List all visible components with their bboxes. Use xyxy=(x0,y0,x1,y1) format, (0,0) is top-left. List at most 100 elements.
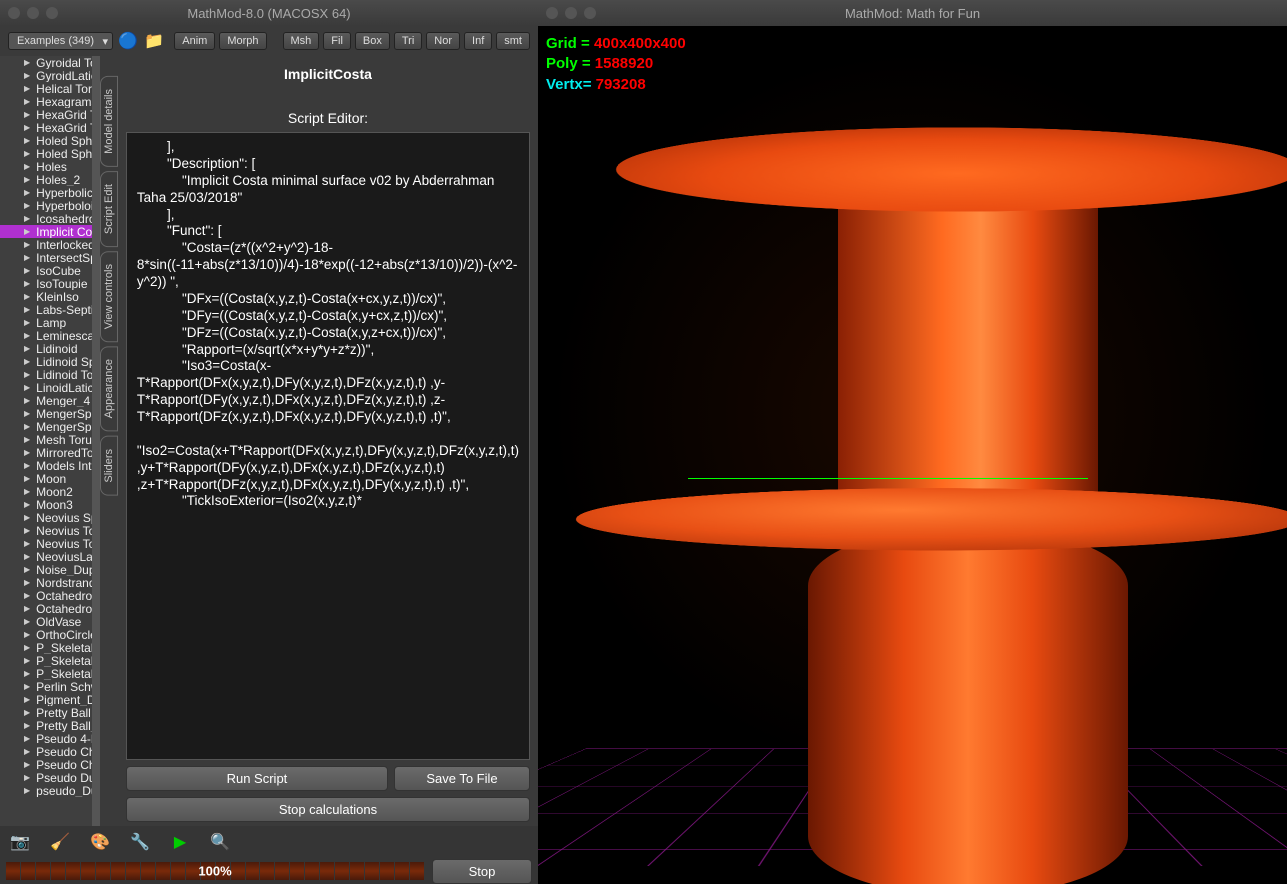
poly-label: Poly = xyxy=(546,55,595,72)
tree-item[interactable]: Implicit Costa xyxy=(0,225,92,238)
tree-item[interactable]: Lamp xyxy=(0,316,92,329)
close-icon[interactable] xyxy=(546,7,558,19)
tree-item[interactable]: Models Intersect... xyxy=(0,459,92,472)
tree-item[interactable]: P_Skeletal Tori xyxy=(0,654,92,667)
tree-item[interactable]: Moon2 xyxy=(0,485,92,498)
box-button[interactable]: Box xyxy=(355,32,390,50)
save-file-button[interactable]: Save To File xyxy=(394,766,530,791)
tree-item[interactable]: Nordstrand xyxy=(0,576,92,589)
screenshot-icon[interactable]: 📷 xyxy=(10,832,30,852)
traffic-lights[interactable] xyxy=(546,7,596,19)
tab-appearance[interactable]: Appearance xyxy=(100,346,118,431)
tree-item[interactable]: Lidinoid Sphere xyxy=(0,355,92,368)
stop-calc-button[interactable]: Stop calculations xyxy=(126,797,530,822)
inf-button[interactable]: Inf xyxy=(464,32,492,50)
examples-dropdown[interactable]: Examples (349) xyxy=(8,32,113,50)
tree-item[interactable]: P_SkeletalGraph xyxy=(0,667,92,680)
tree-item[interactable]: Menger_4 Schw... xyxy=(0,394,92,407)
tree-item[interactable]: Pseudo Chmuto... xyxy=(0,758,92,771)
traffic-lights[interactable] xyxy=(8,7,58,19)
tree-item[interactable]: Holes_2 xyxy=(0,173,92,186)
tree-item[interactable]: Leminescape xyxy=(0,329,92,342)
tree-item[interactable]: Icosahedron xyxy=(0,212,92,225)
nor-button[interactable]: Nor xyxy=(426,32,460,50)
tree-item[interactable]: IsoCube xyxy=(0,264,92,277)
tree-item[interactable]: Moon xyxy=(0,472,92,485)
tab-script-edit[interactable]: Script Edit xyxy=(100,171,118,247)
tree-item[interactable]: OldVase xyxy=(0,615,92,628)
tree-item[interactable]: Hyperboloid xyxy=(0,199,92,212)
tree-item[interactable]: HexaGrid Torus xyxy=(0,108,92,121)
minimize-icon[interactable] xyxy=(27,7,39,19)
tree-item[interactable]: Mesh Torus_01 xyxy=(0,433,92,446)
tree-item[interactable]: LinoidLatice xyxy=(0,381,92,394)
tree-item[interactable]: Perlin Schwarz xyxy=(0,680,92,693)
tree-item[interactable]: Pretty Ball_2 xyxy=(0,719,92,732)
viewport-3d[interactable]: Grid = 400x400x400 Poly = 1588920 Vertx=… xyxy=(538,26,1287,884)
tree-item[interactable]: Pseudo Duplin_2 xyxy=(0,771,92,784)
tree-item[interactable]: Noise_Duplin xyxy=(0,563,92,576)
tree-item[interactable]: Neovius Sphere xyxy=(0,511,92,524)
minimize-icon[interactable] xyxy=(565,7,577,19)
tree-item[interactable]: Gyroidal Tori_2 xyxy=(0,56,92,69)
fil-button[interactable]: Fil xyxy=(323,32,351,50)
anim-button[interactable]: Anim xyxy=(174,32,215,50)
tree-item[interactable]: KleinIso xyxy=(0,290,92,303)
tree-item[interactable]: IntersectSpheres xyxy=(0,251,92,264)
tree-item[interactable]: Neovius Tori xyxy=(0,524,92,537)
tree-item[interactable]: Hexagrams Men... xyxy=(0,95,92,108)
tree-item[interactable]: Interlocked Toru... xyxy=(0,238,92,251)
wrench-icon[interactable]: 🔧 xyxy=(130,832,150,852)
tree-item[interactable]: Holed Spheres (i... xyxy=(0,134,92,147)
vert-value: 793208 xyxy=(596,76,646,93)
tree-item[interactable]: NeoviusLatice xyxy=(0,550,92,563)
smt-button[interactable]: smt xyxy=(496,32,530,50)
folder-icon[interactable]: 📁 xyxy=(143,30,165,52)
tree-item[interactable]: Holes xyxy=(0,160,92,173)
grid-value: 400x400x400 xyxy=(594,35,686,52)
tab-model-details[interactable]: Model details xyxy=(100,76,118,167)
stop-button[interactable]: Stop xyxy=(432,859,532,884)
tree-item[interactable]: Pigment_Duplin xyxy=(0,693,92,706)
tree-item[interactable]: GyroidLatice xyxy=(0,69,92,82)
tree-item[interactable]: OrthoCircle xyxy=(0,628,92,641)
broom-icon[interactable]: 🧹 xyxy=(50,832,70,852)
tree-item[interactable]: Pseudo Chmutov xyxy=(0,745,92,758)
tree-item[interactable]: HexaGrid Torus_2 xyxy=(0,121,92,134)
tab-sliders[interactable]: Sliders xyxy=(100,436,118,496)
code-editor[interactable]: ], "Description": [ "Implicit Costa mini… xyxy=(126,132,530,760)
tree-item[interactable]: IsoToupie xyxy=(0,277,92,290)
zoom-icon[interactable] xyxy=(584,7,596,19)
tree-scrollbar[interactable] xyxy=(92,56,100,826)
tree-item[interactable]: MengerSponge xyxy=(0,407,92,420)
play-icon[interactable]: ▶ xyxy=(170,832,190,852)
palette-icon[interactable]: 🎨 xyxy=(90,832,110,852)
tree-item[interactable]: OctahedronOfO... xyxy=(0,602,92,615)
close-icon[interactable] xyxy=(8,7,20,19)
tree-item[interactable]: Moon3 xyxy=(0,498,92,511)
run-script-button[interactable]: Run Script xyxy=(126,766,388,791)
tree-item[interactable]: Lidinoid Torus xyxy=(0,368,92,381)
tree-item[interactable]: P_Skeletal Sphere xyxy=(0,641,92,654)
tab-view-controls[interactable]: View controls xyxy=(100,251,118,342)
morph-button[interactable]: Morph xyxy=(219,32,266,50)
tree-item[interactable]: Neovius Torus xyxy=(0,537,92,550)
tree-item[interactable]: Holed Spheres v... xyxy=(0,147,92,160)
tree-item[interactable]: Octahedron xyxy=(0,589,92,602)
zoom-icon[interactable] xyxy=(46,7,58,19)
surface-mid-disk xyxy=(538,488,1287,550)
tree-item[interactable]: pseudo_Duplin xyxy=(0,784,92,797)
tri-button[interactable]: Tri xyxy=(394,32,422,50)
magnify-icon[interactable]: 🔍 xyxy=(210,832,230,852)
tree-item[interactable]: Pretty Ball xyxy=(0,706,92,719)
model-tree[interactable]: Gyroidal Tori_2GyroidLaticeHelical ToriH… xyxy=(0,56,92,826)
refresh-icon[interactable]: 🔵 xyxy=(117,30,139,52)
tree-item[interactable]: MengerSpongeS... xyxy=(0,420,92,433)
msh-button[interactable]: Msh xyxy=(283,32,320,50)
tree-item[interactable]: Lidinoid xyxy=(0,342,92,355)
tree-item[interactable]: MirroredTorus xyxy=(0,446,92,459)
tree-item[interactable]: Labs-Septic xyxy=(0,303,92,316)
tree-item[interactable]: Pseudo 4-Noids_2 xyxy=(0,732,92,745)
tree-item[interactable]: Helical Tori xyxy=(0,82,92,95)
tree-item[interactable]: Hyperbolic xyxy=(0,186,92,199)
